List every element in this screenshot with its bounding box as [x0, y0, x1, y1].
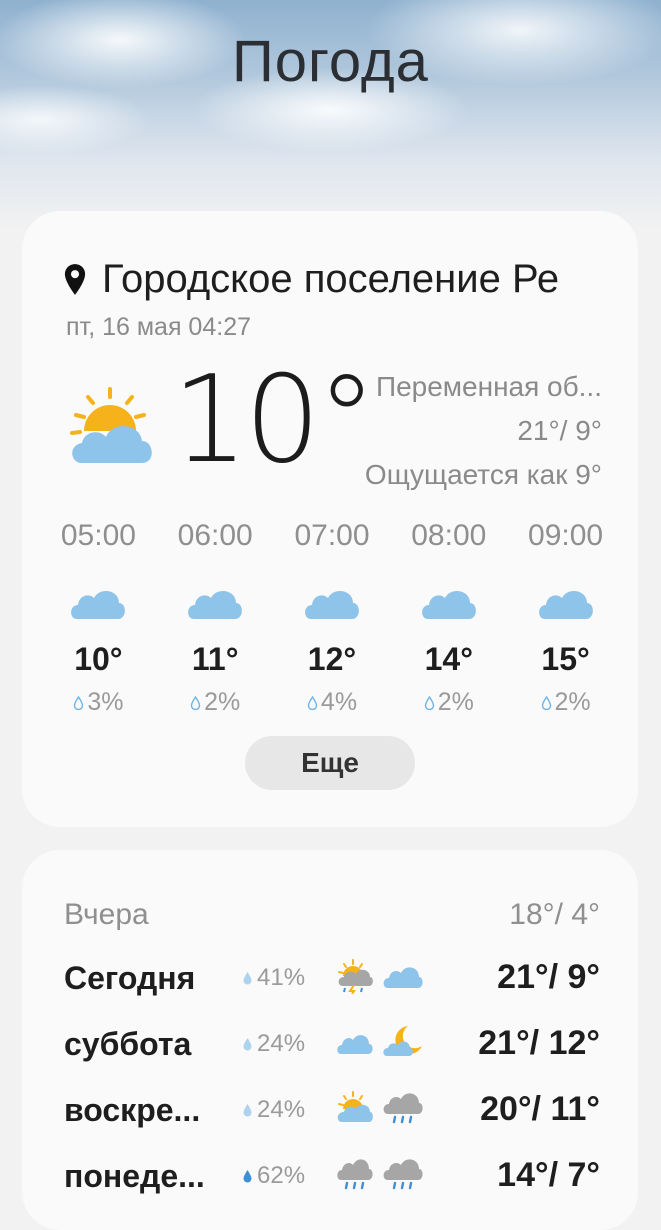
cloud-icon	[337, 1035, 373, 1054]
cloud-icon	[383, 967, 423, 988]
partly-cloudy-icon	[337, 1091, 373, 1122]
cloud-icon	[421, 590, 476, 619]
current-weather-card[interactable]: Городское поселение Ре пт, 16 мая 04:27 …	[22, 211, 638, 827]
hour-time: 08:00	[411, 519, 487, 552]
day-precip: 62%	[242, 1162, 305, 1190]
day-name: воскре...	[64, 1092, 201, 1128]
hourly-forecast[interactable]: 05:00 10° 3% 06:00 11° 2% 07:00 12° 4% 0…	[40, 519, 624, 717]
partly-cloudy-icon	[70, 387, 152, 463]
today-min-max: 21°/ 9°	[517, 415, 602, 446]
yesterday-range: 18°/ 4°	[509, 898, 600, 931]
feels-like-text: Ощущается как 9°	[364, 459, 602, 490]
hour-precip: 3%	[40, 688, 157, 717]
hourly-item: 06:00 11° 2%	[157, 519, 274, 717]
drop-icon	[74, 695, 84, 710]
app-title: Погода	[232, 29, 429, 94]
update-datetime: пт, 16 мая 04:27	[66, 313, 251, 341]
day-range: 21°/ 12°	[478, 1024, 600, 1062]
rain-cloud-icon	[383, 1159, 423, 1190]
hourly-item: 08:00 14° 2%	[390, 519, 507, 717]
yesterday-row: Вчера 18°/ 4°	[64, 892, 600, 942]
location-name: Городское поселение Ре	[102, 257, 560, 301]
day-range: 21°/ 9°	[497, 958, 600, 996]
hour-time: 07:00	[294, 519, 370, 552]
daily-row-saturday[interactable]: суббота 24% 21°/ 12°	[64, 1020, 600, 1070]
hourly-item: 05:00 10° 3%	[40, 519, 157, 717]
more-button[interactable]: Еще	[245, 736, 415, 790]
location-pin-icon	[64, 263, 86, 295]
daily-row-sunday[interactable]: воскре... 24% 20°/ 11°	[64, 1086, 600, 1136]
cloud-icon	[188, 590, 243, 619]
drop-icon	[424, 695, 434, 710]
moon-cloud-icon	[383, 1026, 422, 1056]
drop-icon	[307, 695, 318, 710]
day-range: 14°/ 7°	[497, 1156, 600, 1194]
hour-precip: 4%	[274, 688, 391, 717]
drop-icon	[243, 972, 252, 985]
hour-time: 06:00	[177, 519, 253, 552]
hour-temperature: 11°	[191, 641, 239, 677]
day-precip: 41%	[242, 964, 305, 992]
daily-row-today[interactable]: Сегодня 41% 21°/ 9°	[64, 954, 600, 1004]
day-range: 20°/ 11°	[480, 1090, 600, 1128]
day-name: Сегодня	[64, 960, 196, 996]
hour-temperature: 12°	[307, 641, 357, 677]
drop-icon	[190, 695, 201, 710]
hour-precip: 2%	[390, 688, 507, 717]
location-row: Городское поселение Ре	[62, 257, 607, 302]
thunderstorm-sun-icon	[338, 959, 373, 994]
hour-temperature: 15°	[541, 641, 590, 677]
drop-icon	[243, 1104, 252, 1117]
rain-cloud-icon	[383, 1093, 423, 1124]
yesterday-label: Вчера	[64, 898, 149, 931]
rain-cloud-icon	[337, 1159, 373, 1190]
condition-text: Переменная об...	[375, 371, 602, 402]
hourly-item: 07:00 12° 4%	[274, 519, 391, 717]
drop-icon	[541, 695, 551, 710]
day-name: суббота	[64, 1026, 192, 1062]
day-precip: 24%	[242, 1096, 305, 1124]
daily-forecast-card[interactable]: Вчера 18°/ 4° Сегодня 41% 21°/ 9° суббот…	[22, 850, 638, 1230]
cloud-icon	[305, 590, 359, 619]
cloud-icon	[538, 590, 593, 619]
hour-precip: 2%	[507, 688, 624, 717]
drop-icon	[243, 1170, 252, 1183]
hour-precip: 2%	[157, 688, 274, 717]
drop-icon	[243, 1038, 252, 1051]
hour-temperature: 14°	[424, 641, 473, 677]
hour-temperature: 10°	[74, 641, 123, 677]
hour-time: 05:00	[60, 519, 136, 552]
cloud-icon	[71, 590, 126, 619]
hour-time: 09:00	[528, 519, 604, 552]
daily-row-monday[interactable]: понеде... 62% 14°/ 7°	[64, 1152, 600, 1202]
day-name: понеде...	[64, 1158, 205, 1194]
hourly-item: 09:00 15° 2%	[507, 519, 624, 717]
day-precip: 24%	[242, 1030, 305, 1058]
